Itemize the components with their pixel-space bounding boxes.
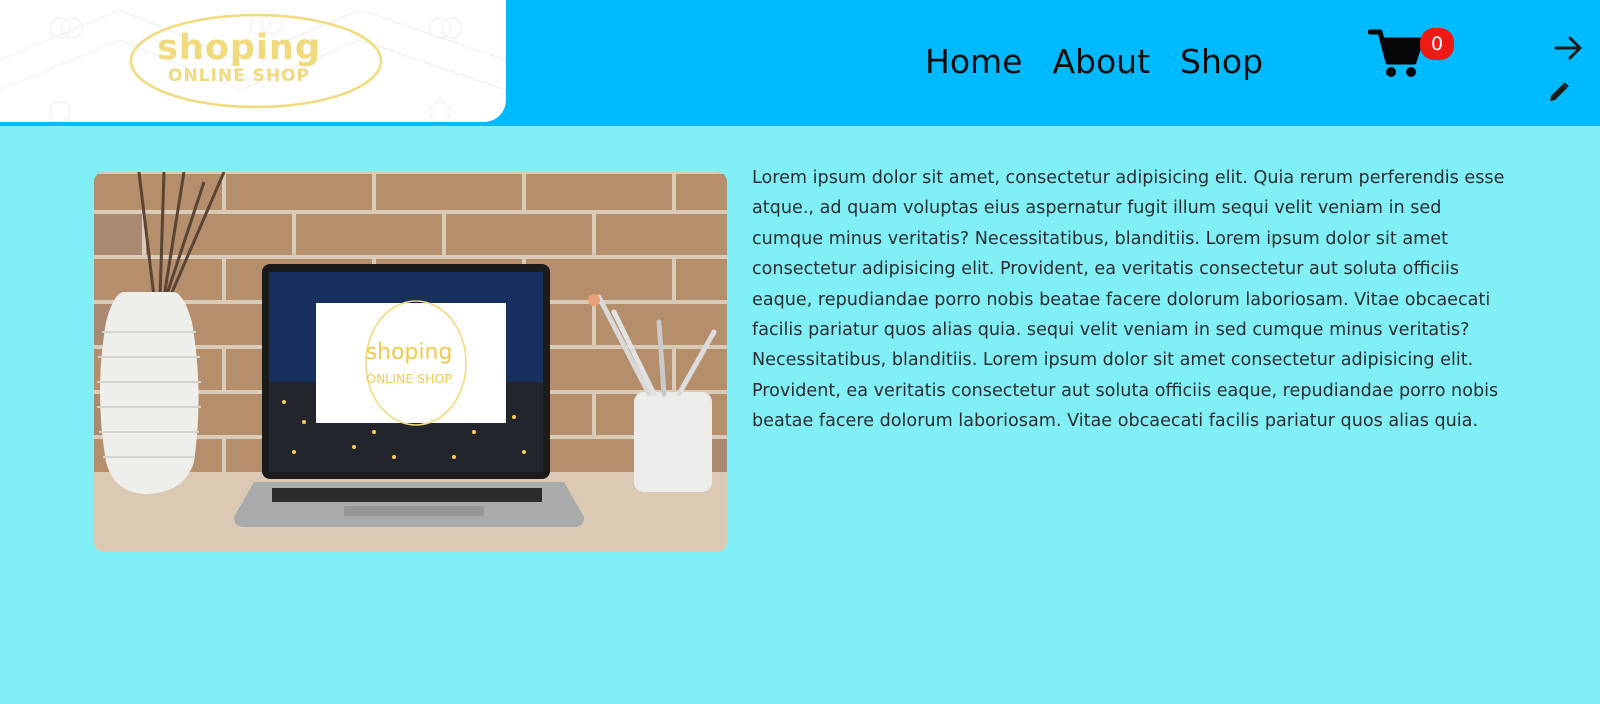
nav-link-about[interactable]: About [1052,40,1150,84]
hero-laptop-image: shoping ONLINE SHOP [94,172,727,552]
screen-logo-text-online-shop: ONLINE SHOP [366,371,452,386]
site-header: shoping ONLINE SHOP Home About Shop 0 [0,0,1600,126]
cart-count-badge: 0 [1420,28,1454,60]
about-description-text: Lorem ipsum dolor sit amet, consectetur … [752,168,1505,432]
screen-logo-text-shoping: shoping [366,340,453,365]
arrow-right-icon[interactable] [1554,34,1584,62]
logo-text-shoping: shoping [157,28,321,68]
main-nav: Home About Shop [925,40,1263,84]
cart-button[interactable] [1367,28,1424,80]
logo-text-online-shop: ONLINE SHOP [168,66,310,86]
nav-link-shop[interactable]: Shop [1180,40,1263,84]
nav-link-home[interactable]: Home [925,40,1022,84]
pencil-edit-icon[interactable] [1547,80,1571,104]
site-logo-link[interactable]: shoping ONLINE SHOP [0,0,506,122]
shopping-cart-icon [1367,29,1424,77]
